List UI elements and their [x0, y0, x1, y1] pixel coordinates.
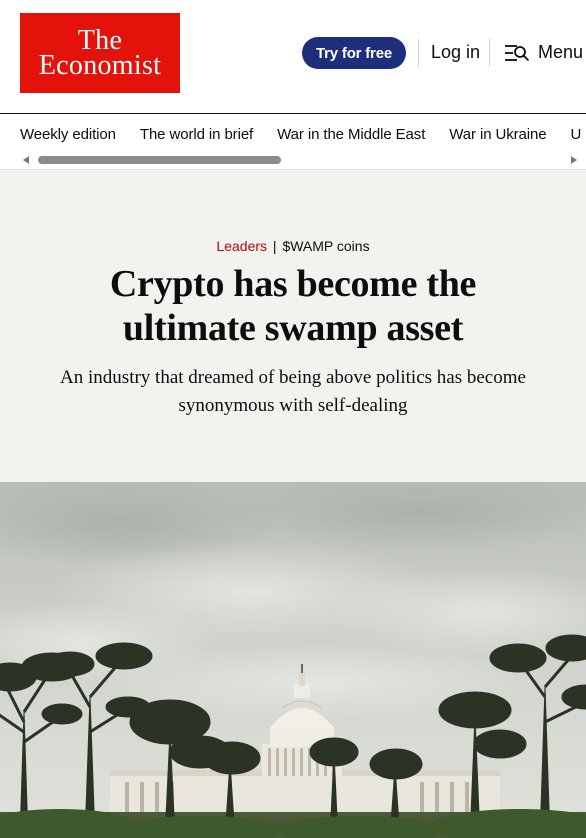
- article-subheadline: An industry that dreamed of being above …: [60, 367, 526, 416]
- login-link[interactable]: Log in: [431, 42, 480, 63]
- article-lead-image: [0, 482, 586, 838]
- nav-scrollbar-thumb[interactable]: [38, 156, 281, 164]
- scroll-right-arrow-icon[interactable]: [571, 156, 577, 164]
- capitol-swamp-illustration: [0, 482, 586, 838]
- try-for-free-button[interactable]: Try for free: [302, 37, 406, 69]
- fly-title: $WAMP coins: [282, 238, 370, 254]
- economist-logo[interactable]: The Economist: [20, 13, 180, 93]
- article-kicker: Leaders | $WAMP coins: [0, 238, 586, 254]
- site-header: The Economist Try for free Log in Menu: [0, 0, 586, 113]
- nav-item-war-middle-east[interactable]: War in the Middle East: [277, 126, 425, 143]
- scroll-left-arrow-icon[interactable]: [23, 156, 29, 164]
- article-headline: Crypto has become the ultimate swamp ass…: [109, 263, 477, 349]
- nav-item-next[interactable]: U: [571, 126, 582, 143]
- nav-item-weekly-edition[interactable]: Weekly edition: [20, 126, 116, 143]
- nav-list: Weekly edition The world in brief War in…: [20, 126, 586, 143]
- article-header: Leaders | $WAMP coins Crypto has become …: [0, 170, 586, 482]
- nav-item-war-ukraine[interactable]: War in Ukraine: [449, 126, 546, 143]
- kicker-separator: |: [272, 238, 277, 254]
- header-divider: [489, 39, 490, 67]
- top-navigation: Weekly edition The world in brief War in…: [0, 114, 586, 170]
- section-link[interactable]: Leaders: [216, 238, 267, 254]
- header-divider: [418, 39, 419, 67]
- logo-line-2: Economist: [38, 50, 162, 81]
- menu-button[interactable]: Menu: [504, 42, 583, 63]
- nav-item-world-in-brief[interactable]: The world in brief: [140, 126, 253, 143]
- menu-label: Menu: [538, 42, 584, 62]
- menu-search-icon: [505, 44, 530, 61]
